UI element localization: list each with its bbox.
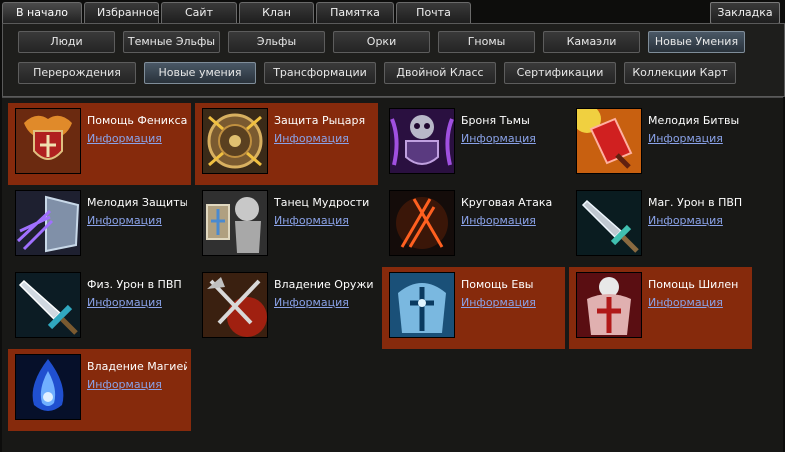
category-humans[interactable]: Люди [18,31,115,53]
skill-card: Помощь Евы Информация [382,267,565,349]
category-rebirth[interactable]: Перерождения [18,62,136,84]
category-transformations[interactable]: Трансформации [264,62,376,84]
phoenix-shield-icon[interactable] [15,108,81,174]
skill-card: Мелодия Защиты Информация [8,185,191,267]
skill-card: Владение Магией Информация [8,349,191,431]
skill-info-link[interactable]: Информация [87,378,162,391]
skill-info-link[interactable]: Информация [461,296,536,309]
magic-mastery-icon[interactable] [15,354,81,420]
skill-name: Защита Рыцаря [274,114,366,127]
skill-info-link[interactable]: Информация [461,132,536,145]
skill-card: Помощь Шилен Информация [569,267,752,349]
skill-card: Круговая Атака Информация [382,185,565,267]
category-new-skills[interactable]: Новые Умения [648,31,745,53]
eva-aid-icon[interactable] [389,272,455,338]
dark-armor-icon[interactable] [389,108,455,174]
skill-info-link[interactable]: Информация [461,214,536,227]
skill-info-link[interactable]: Информация [274,296,349,309]
skill-card: Броня Тьмы Информация [382,103,565,185]
skill-name: Маг. Урон в ПВП [648,196,743,209]
category-row-races: Люди Темные Эльфы Эльфы Орки Гномы Камаэ… [18,31,753,53]
wisdom-dance-icon[interactable] [202,190,268,256]
defense-melody-icon[interactable] [15,190,81,256]
round-shield-icon[interactable] [202,108,268,174]
category-new-skills-sub[interactable]: Новые умения [144,62,256,84]
physical-sword-icon[interactable] [15,272,81,338]
skill-name: Помощь Шилен [648,278,739,291]
tab-mail[interactable]: Почта [396,2,471,23]
category-certifications[interactable]: Сертификации [504,62,616,84]
skill-card: Владение Оружи.. Информация [195,267,378,349]
skill-info-link[interactable]: Информация [274,214,349,227]
skill-name: Танец Мудрости [274,196,370,209]
category-dark-elves[interactable]: Темные Эльфы [123,31,220,53]
weapon-mastery-icon[interactable] [202,272,268,338]
tab-memo[interactable]: Памятка [316,2,394,23]
skill-info-link[interactable]: Информация [648,214,723,227]
skill-info-link[interactable]: Информация [87,132,162,145]
category-card-collections[interactable]: Коллекции Карт [624,62,736,84]
skill-name: Физ. Урон в ПВП [87,278,182,291]
skill-info-link[interactable]: Информация [274,132,349,145]
skill-grid: Помощь Феникса Информация Защита Рыцаря … [8,103,764,437]
skill-name: Мелодия Защиты [87,196,187,209]
skill-card: Физ. Урон в ПВП Информация [8,267,191,349]
category-dual-class[interactable]: Двойной Класс [384,62,496,84]
skill-name: Круговая Атака [461,196,553,209]
skill-card: Мелодия Битвы Информация [569,103,752,185]
tab-clan[interactable]: Клан [239,2,314,23]
skill-name: Владение Магией [87,360,187,373]
bookmark-button[interactable]: Закладка [710,2,780,24]
tab-game-site[interactable]: Сайт игры [161,2,237,39]
tab-home[interactable]: В начало [2,2,82,23]
shilen-aid-icon[interactable] [576,272,642,338]
skill-info-link[interactable]: Информация [87,214,162,227]
skill-card: Маг. Урон в ПВП Информация [569,185,752,267]
battle-melody-icon[interactable] [576,108,642,174]
skill-card: Танец Мудрости Информация [195,185,378,267]
category-kamael[interactable]: Камаэли [543,31,640,53]
tab-favorites[interactable]: Избранное [84,2,159,23]
category-dwarves[interactable]: Гномы [438,31,535,53]
category-row-sub: Перерождения Новые умения Трансформации … [18,62,744,84]
circle-attack-icon[interactable] [389,190,455,256]
skill-name: Мелодия Битвы [648,114,740,127]
skill-name: Помощь Евы [461,278,534,291]
skill-card: Защита Рыцаря Информация [195,103,378,185]
category-elves[interactable]: Эльфы [228,31,325,53]
magic-sword-icon[interactable] [576,190,642,256]
skill-info-link[interactable]: Информация [648,132,723,145]
top-tab-bar: В начало Избранное Сайт игры Клан Памятк… [2,2,473,39]
skill-name: Броня Тьмы [461,114,530,127]
skill-info-link[interactable]: Информация [648,296,723,309]
skill-info-link[interactable]: Информация [87,296,162,309]
skill-name: Помощь Феникса [87,114,187,127]
skill-name: Владение Оружи.. [274,278,374,291]
skill-card: Помощь Феникса Информация [8,103,191,185]
category-orcs[interactable]: Орки [333,31,430,53]
